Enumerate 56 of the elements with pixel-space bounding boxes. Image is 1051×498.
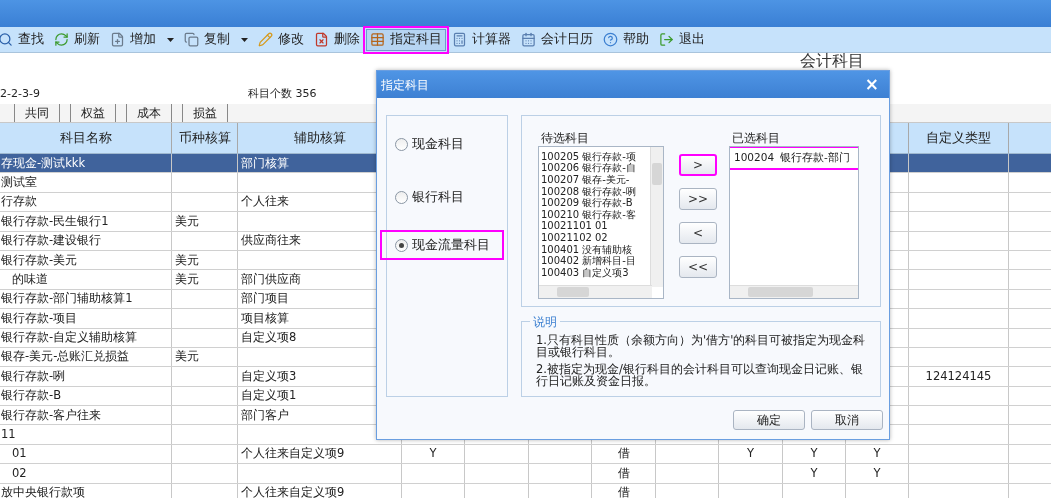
column-header: 自定义类型 [909,123,1009,153]
table-cell: 银存-美元-总账汇兑损益 [1,348,130,366]
count-text: 科目个数 356 [248,86,317,102]
table-cell: 银行存款-项目 [1,309,78,327]
table-cell: 借 [617,445,630,463]
table-cell-text: 124124145 [925,367,992,385]
table-cell: 部门核算 [241,154,289,172]
table-cell: 美元 [175,212,199,230]
table-cell: 美元 [175,251,199,269]
table-cell: 自定义项1 [241,387,297,405]
table-cell: 银行存款-美元 [1,251,78,269]
table-cell-text: 部门供应商 [241,270,301,288]
table-cell-text: Y [873,464,881,482]
notes-title: 说明 [530,313,560,331]
table-cell: 个人往来自定义项9 [241,484,345,498]
table-cell: 个人往来自定义项9 [241,445,345,463]
table-cell-text: 的味道 [12,270,48,288]
table-cell: 借 [617,484,630,498]
table-cell-text: 借 [617,464,630,482]
table-cell: 供应商往来 [241,232,301,250]
table-cell: 银行存款-民生银行1 [1,212,109,230]
table-cell-text: 自定义项3 [241,367,297,385]
table-cell: Y [429,445,437,463]
table-cell: 项目核算 [241,309,289,327]
table-cell: 行存款 [1,193,37,211]
table-cell: 银行存款-自定义辅助核算 [1,329,138,347]
table-cell: 部门项目 [241,290,289,308]
table-cell: 放中央银行款项 [1,484,85,498]
table-cell: Y [810,445,818,463]
table-cell-text: 测试室 [1,173,37,191]
table-cell: 银行存款-建设银行 [1,232,102,250]
list-label: 已选科目 [732,130,780,147]
note-text: 1.只有科目性质（余额方向）为'借方'的科目可被指定为现金科目或银行科目。 [536,334,866,358]
note-text: 2.被指定为现金/银行科目的会计科目可以查询现金日记账、银行日记账及资金日报。 [536,363,864,387]
table-cell-text: 美元 [175,270,199,288]
table-cell: Y [747,445,754,463]
list-label: 待选科目 [541,130,589,147]
table-cell: 银行存款-客户往来 [1,406,102,424]
column-header: 科目名称 [0,123,172,153]
table-cell: Y [873,445,881,463]
table-cell: 存现金-测试kkk [1,154,86,172]
dialog-title: 指定科目 [381,76,429,94]
table-cell: 自定义项8 [241,329,297,347]
page-title: 会计科目 [800,53,864,69]
table-cell: 01 [12,445,27,463]
table-cell: 部门客户 [241,406,289,424]
table-cell-text: 银行存款-咧 [1,367,66,385]
table-cell: 11 [1,426,16,444]
table-cell: 银行存款-B [1,387,62,405]
column-header: 币种核算 [172,123,238,153]
table-cell-text: 02 [12,464,27,482]
table-cell: 美元 [175,348,199,366]
date-text: 2-2-3-9 [0,86,40,102]
table-cell: 个人往来 [241,193,289,211]
table-cell-text: Y [810,464,818,482]
table-cell: 银行存款-部门辅助核算1 [1,290,133,308]
